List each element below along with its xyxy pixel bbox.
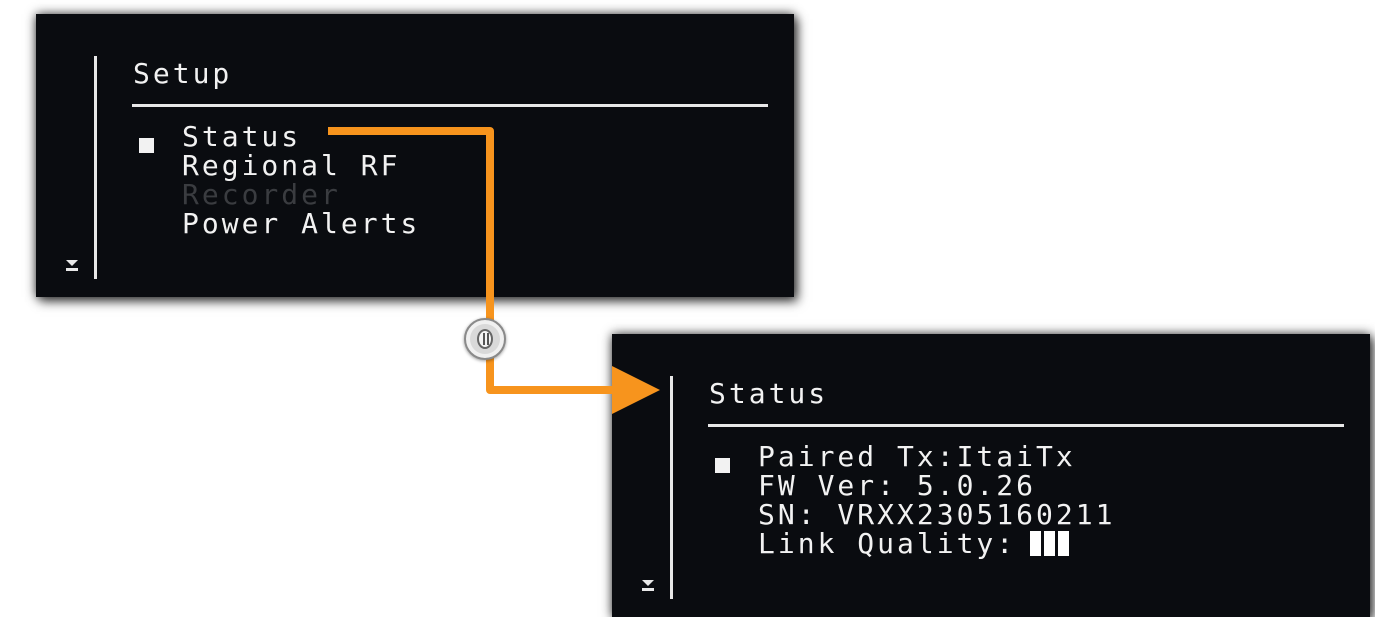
navigation-connector (328, 127, 660, 414)
stage: Setup Status Regional RF Recorder Power … (0, 0, 1375, 617)
push-knob-icon (464, 318, 506, 360)
connector-arrowhead-icon (612, 366, 660, 414)
